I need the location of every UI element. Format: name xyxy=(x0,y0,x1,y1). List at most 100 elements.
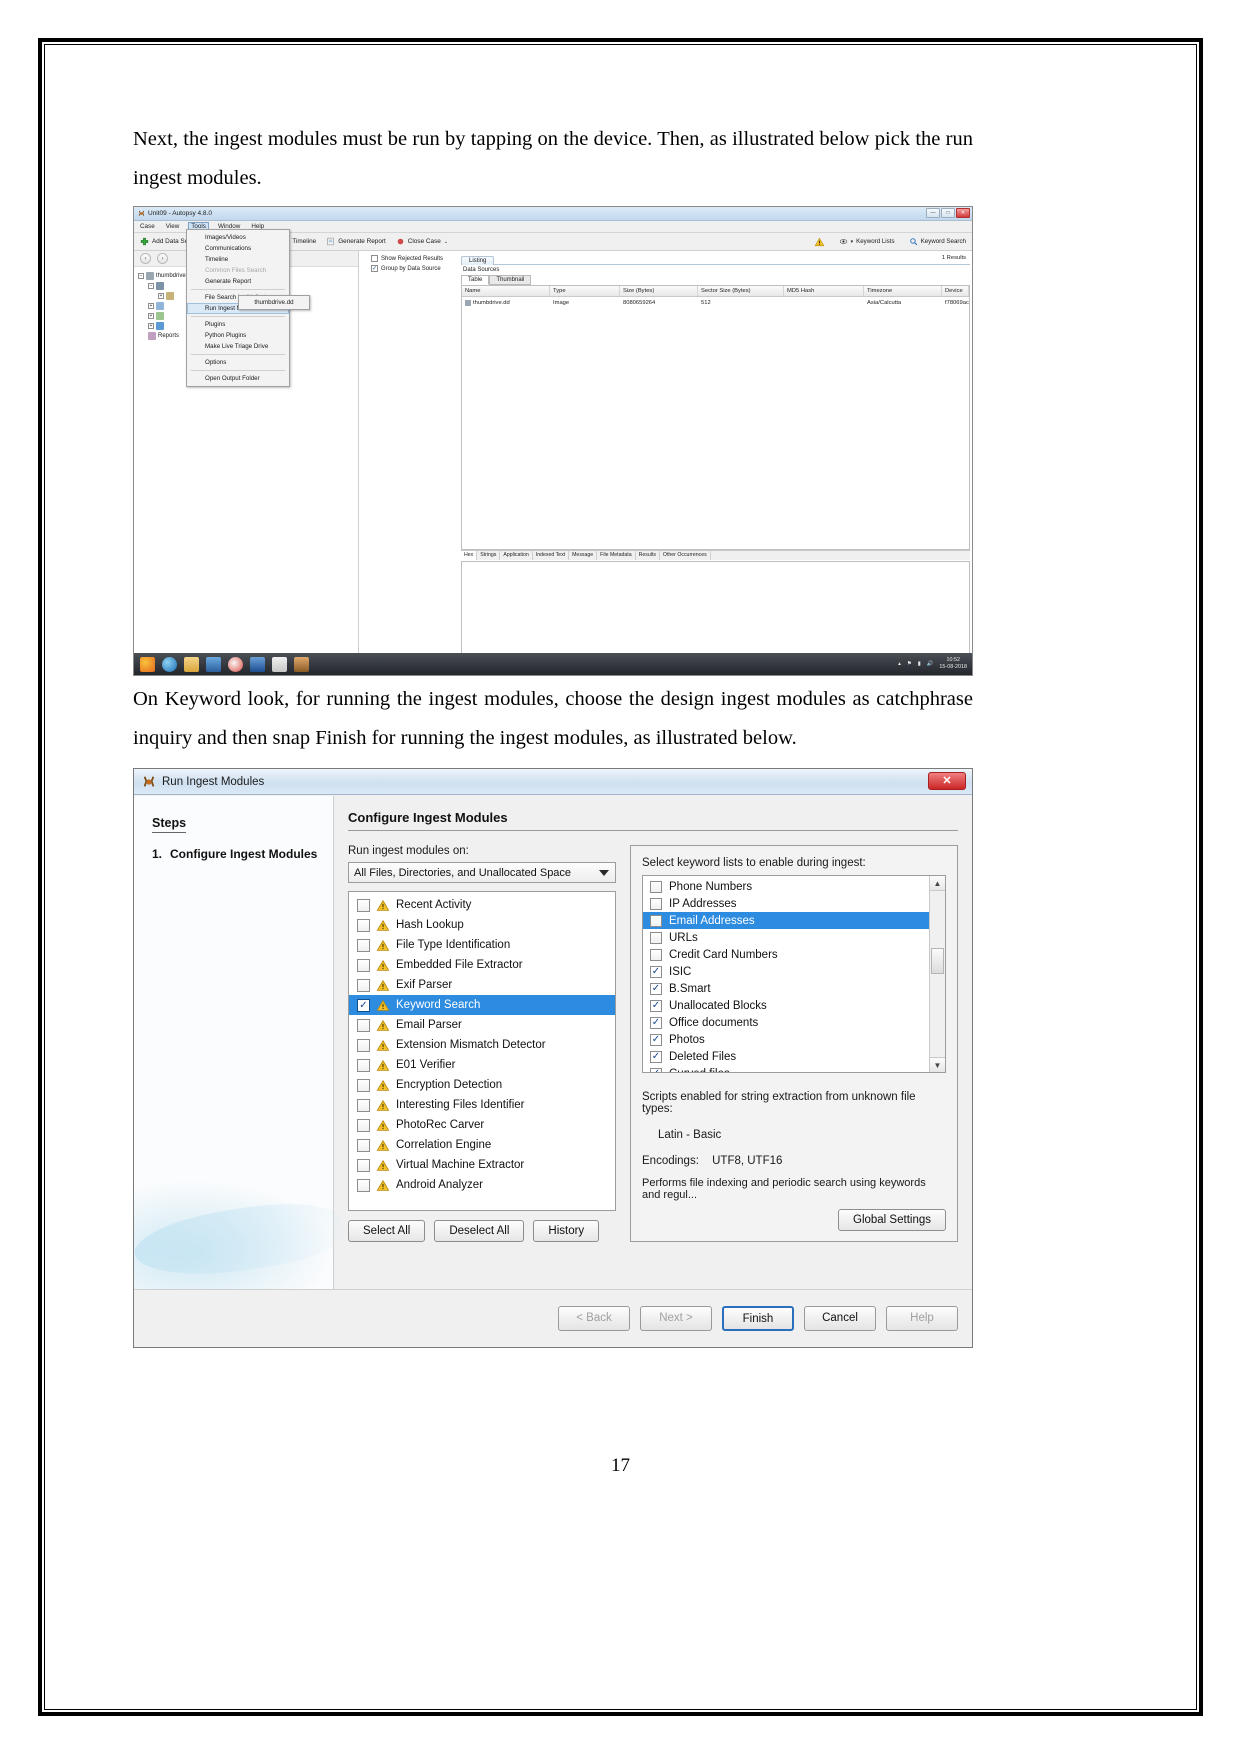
tab-hex[interactable]: Hex xyxy=(461,551,478,560)
keyword-row[interactable]: URLs xyxy=(643,929,945,946)
run-on-dropdown[interactable]: All Files, Directories, and Unallocated … xyxy=(348,862,616,883)
ingest-modules-list[interactable]: Recent Activity Hash Lookup File Type Id xyxy=(348,891,616,1211)
keyword-row[interactable]: Phone Numbers xyxy=(643,878,945,895)
keyword-list-scrollbar[interactable]: ▲ ▼ xyxy=(929,876,945,1072)
tab-indexed-text[interactable]: Indexed Text xyxy=(533,551,570,560)
keyword-checkbox[interactable] xyxy=(650,897,662,910)
tab-strings[interactable]: Strings xyxy=(477,551,501,560)
module-checkbox[interactable] xyxy=(357,1158,370,1172)
menu-item-timeline[interactable]: Timeline xyxy=(187,254,289,265)
deselect-all-button[interactable]: Deselect All xyxy=(434,1220,525,1242)
menu-item-communications[interactable]: Communications xyxy=(187,243,289,254)
forward-arrow-icon[interactable]: › xyxy=(157,253,168,264)
paint-icon[interactable] xyxy=(272,656,287,672)
module-checkbox[interactable] xyxy=(357,958,370,972)
module-row[interactable]: E01 Verifier xyxy=(349,1055,615,1075)
chrome-icon[interactable] xyxy=(228,656,243,672)
module-checkbox[interactable] xyxy=(357,1018,370,1032)
module-checkbox[interactable] xyxy=(357,1118,370,1132)
module-row[interactable]: Interesting Files Identifier xyxy=(349,1095,615,1115)
cancel-button[interactable]: Cancel xyxy=(804,1306,876,1331)
menu-item-python-plugins[interactable]: Python Plugins xyxy=(187,330,289,341)
keyword-row[interactable]: IP Addresses xyxy=(643,895,945,912)
warning-icon[interactable] xyxy=(814,237,825,247)
menu-item-make-live-triage-drive[interactable]: Make Live Triage Drive xyxy=(187,341,289,352)
module-row[interactable]: Encryption Detection xyxy=(349,1075,615,1095)
menu-item-plugins[interactable]: Plugins xyxy=(187,319,289,330)
expander-icon[interactable]: − xyxy=(138,273,144,279)
tray-flag-icon[interactable]: ⚑ xyxy=(907,661,912,667)
module-checkbox[interactable] xyxy=(357,938,370,952)
tray-chevron-icon[interactable]: ▴ xyxy=(898,661,901,667)
menu-item-generate-report[interactable]: Generate Report xyxy=(187,276,289,287)
menu-case[interactable]: Case xyxy=(138,222,157,231)
tab-application[interactable]: Application xyxy=(500,551,533,560)
toolbar-generate-report[interactable]: Generate Report xyxy=(326,237,386,246)
keyword-row[interactable]: ✓ Unallocated Blocks xyxy=(643,997,945,1014)
scroll-down-arrow-icon[interactable]: ▼ xyxy=(930,1057,945,1072)
tray-network-icon[interactable]: ▮ xyxy=(918,661,921,667)
keyword-checkbox[interactable]: ✓ xyxy=(650,965,662,978)
back-arrow-icon[interactable]: ‹ xyxy=(140,253,151,264)
tab-other-occurrences[interactable]: Other Occurrences xyxy=(660,551,711,560)
module-checkbox[interactable] xyxy=(357,918,370,932)
scroll-up-arrow-icon[interactable]: ▲ xyxy=(930,876,945,891)
keyword-checkbox[interactable] xyxy=(650,931,662,944)
tab-file-metadata[interactable]: File Metadata xyxy=(597,551,636,560)
keyword-row[interactable]: ✓ Curved files xyxy=(643,1065,945,1072)
module-row-keyword-search[interactable]: ✓ Keyword Search xyxy=(349,995,615,1015)
col-type[interactable]: Type xyxy=(550,286,620,296)
ie-icon[interactable] xyxy=(162,656,177,672)
module-checkbox[interactable] xyxy=(357,978,370,992)
module-row[interactable]: Android Analyzer xyxy=(349,1175,615,1195)
menu-view[interactable]: View xyxy=(164,222,182,231)
select-all-button[interactable]: Select All xyxy=(348,1220,426,1242)
col-timezone[interactable]: Timezone xyxy=(864,286,942,296)
col-name[interactable]: Name xyxy=(462,286,550,296)
expander-icon[interactable]: + xyxy=(148,313,154,319)
toolbar-keyword-search[interactable]: Keyword Search xyxy=(909,237,966,246)
module-checkbox[interactable] xyxy=(357,1138,370,1152)
col-size[interactable]: Size (Bytes) xyxy=(620,286,698,296)
keyword-row[interactable]: ✓ B.Smart xyxy=(643,980,945,997)
close-case-chevron-icon[interactable]: ⌄ xyxy=(444,239,448,245)
tab-listing[interactable]: Listing xyxy=(461,256,495,265)
keyword-checkbox[interactable]: ✓ xyxy=(650,1067,662,1072)
expander-icon[interactable]: + xyxy=(158,293,164,299)
keyword-checkbox[interactable]: ✓ xyxy=(650,1050,662,1063)
menu-item-open-output-folder[interactable]: Open Output Folder xyxy=(187,373,289,384)
module-checkbox[interactable] xyxy=(357,1038,370,1052)
keyword-row[interactable]: ✓ Office documents xyxy=(643,1014,945,1031)
module-row[interactable]: Extension Mismatch Detector xyxy=(349,1035,615,1055)
close-button[interactable]: ✕ xyxy=(956,208,970,218)
keyword-checkbox[interactable]: ✓ xyxy=(650,999,662,1012)
explorer-icon[interactable] xyxy=(184,656,199,672)
module-row[interactable]: Hash Lookup xyxy=(349,915,615,935)
keyword-lists-box[interactable]: Phone Numbers IP Addresses Email Address… xyxy=(642,875,946,1073)
module-row[interactable]: Recent Activity xyxy=(349,895,615,915)
expander-icon[interactable]: − xyxy=(148,283,154,289)
module-row[interactable]: Embedded File Extractor xyxy=(349,955,615,975)
taskbar-clock[interactable]: 10:52 15-08-2018 xyxy=(939,657,967,671)
toolbar-keyword-lists[interactable]: ▾ Keyword Lists xyxy=(839,237,895,246)
keyword-checkbox[interactable] xyxy=(650,914,662,927)
scrollbar-thumb[interactable] xyxy=(931,948,944,974)
col-sector-size[interactable]: Sector Size (Bytes) xyxy=(698,286,784,296)
keyword-row[interactable]: ✓ ISIC xyxy=(643,963,945,980)
module-checkbox[interactable] xyxy=(357,1078,370,1092)
col-md5[interactable]: MD5 Hash xyxy=(784,286,864,296)
module-checkbox[interactable]: ✓ xyxy=(357,998,370,1012)
module-row[interactable]: PhotoRec Carver xyxy=(349,1115,615,1135)
module-checkbox[interactable] xyxy=(357,1178,370,1192)
expander-icon[interactable]: + xyxy=(148,323,154,329)
tab-table[interactable]: Table xyxy=(461,275,490,285)
module-row[interactable]: Correlation Engine xyxy=(349,1135,615,1155)
toolbar-close-case[interactable]: Close Case ⌄ xyxy=(396,237,448,246)
expander-icon[interactable]: + xyxy=(148,303,154,309)
firefox-icon[interactable] xyxy=(140,656,155,672)
keyword-checkbox[interactable]: ✓ xyxy=(650,1016,662,1029)
tab-results[interactable]: Results xyxy=(636,551,660,560)
finish-button[interactable]: Finish xyxy=(722,1306,794,1331)
submenu-item-thumbdrive[interactable]: thumbdrive.dd xyxy=(239,296,309,309)
keyword-checkbox[interactable] xyxy=(650,880,662,893)
